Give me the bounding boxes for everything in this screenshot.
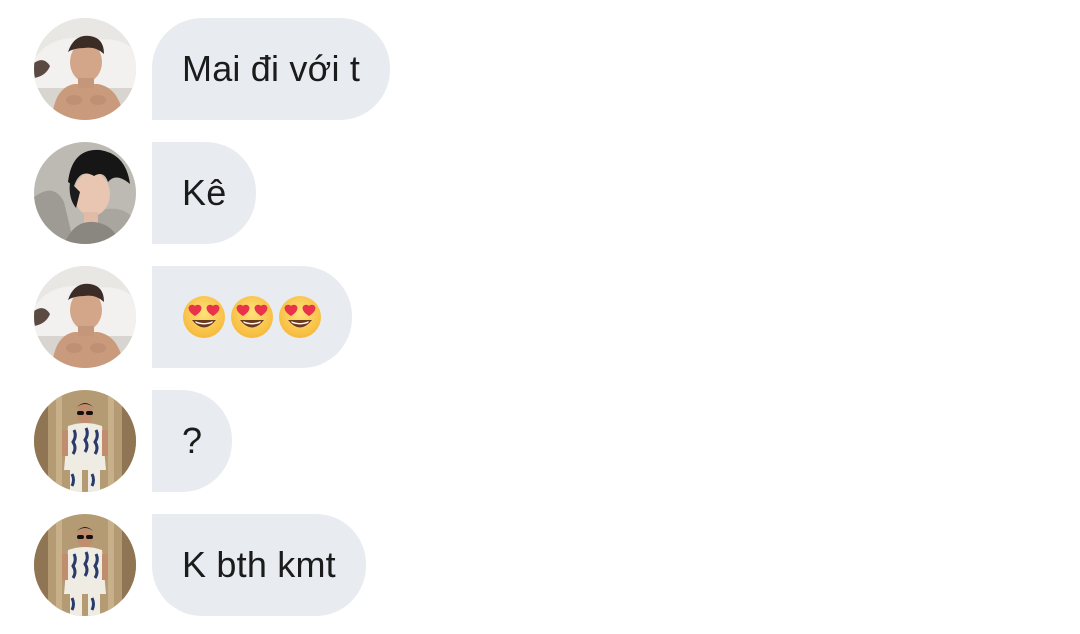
heart-eyes-emoji [230,295,274,339]
emoji-line [182,295,322,339]
avatar-sunglasses-man[interactable] [34,514,136,616]
message-row: Mai đi với t [34,18,391,120]
message-bubble[interactable]: Mai đi với t [152,18,391,120]
message-row: ? [34,390,233,492]
message-text: Mai đi với t [182,48,361,89]
avatar-sunglasses-man[interactable] [34,390,136,492]
message-text: Kê [182,172,227,213]
message-text: K bth kmt [182,544,336,585]
message-thread: Mai đi với t Kê ? K bth kmt [0,0,1080,634]
message-row: K bth kmt [34,514,366,616]
avatar-dark-hair-man[interactable] [34,142,136,244]
message-text: ? [182,420,203,461]
message-row [34,266,352,368]
avatar-sleeping-man[interactable] [34,18,136,120]
message-bubble[interactable]: Kê [152,142,257,244]
heart-eyes-emoji [278,295,322,339]
message-bubble[interactable]: K bth kmt [152,514,366,616]
heart-eyes-emoji [182,295,226,339]
message-bubble[interactable] [152,266,352,368]
message-row: Kê [34,142,257,244]
avatar-sleeping-man[interactable] [34,266,136,368]
message-bubble[interactable]: ? [152,390,233,492]
